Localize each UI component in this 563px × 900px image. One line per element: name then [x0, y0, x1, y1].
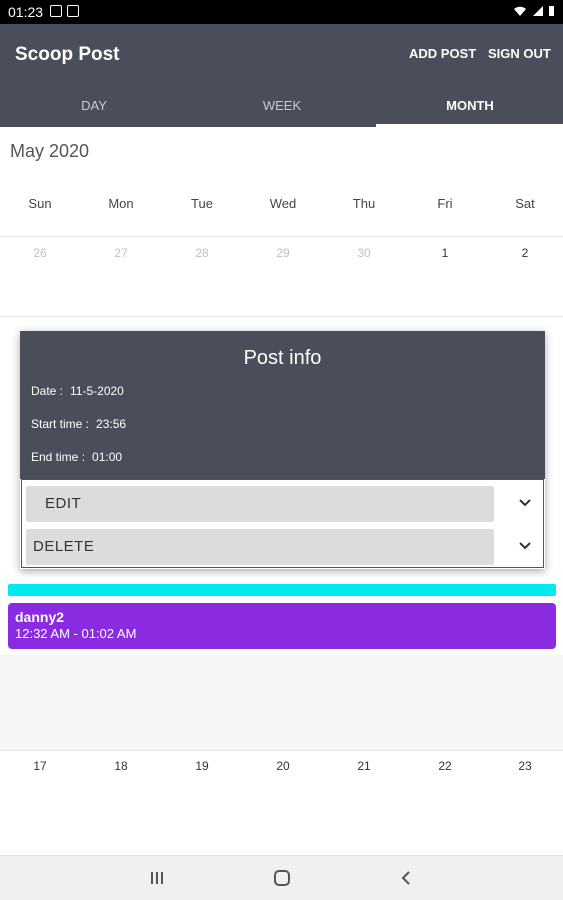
- date-label: Date :: [31, 384, 64, 398]
- app-title: Scoop Post: [15, 44, 120, 65]
- week-row: 17 18 19 20 21 22 23: [0, 759, 563, 779]
- notification-icon: [50, 5, 62, 17]
- weekday-label: Wed: [269, 196, 297, 211]
- dialog-header: Post info Date : 11-5-2020 Start time : 23…: [20, 331, 545, 479]
- system-nav-bar: [0, 855, 563, 900]
- status-right-icons: [513, 4, 555, 18]
- recents-icon[interactable]: [148, 869, 166, 887]
- tab-week[interactable]: WEEK: [188, 88, 376, 127]
- chevron-down-icon[interactable]: [517, 537, 533, 553]
- post-info-dialog: Post info Date : 11-5-2020 Start time : 23…: [20, 331, 545, 569]
- date-cell[interactable]: 1: [405, 246, 485, 260]
- delete-button[interactable]: DELETE: [26, 529, 494, 565]
- tab-day[interactable]: DAY: [0, 88, 188, 127]
- event-title: danny2: [15, 609, 65, 625]
- add-post-button[interactable]: ADD POST: [409, 46, 476, 61]
- dialog-title: Post info: [243, 347, 322, 369]
- date-cell[interactable]: 28: [162, 246, 242, 260]
- signal-icon: [532, 6, 543, 16]
- date-cell[interactable]: 20: [243, 759, 323, 773]
- weekday-label: Sun: [28, 196, 52, 211]
- date-cell[interactable]: 2: [485, 246, 563, 260]
- date-value: 11-5-2020: [70, 384, 124, 398]
- weekday-label: Fri: [437, 196, 453, 211]
- home-icon[interactable]: [273, 869, 291, 887]
- week-divider: [0, 236, 563, 237]
- edit-button[interactable]: EDIT: [26, 486, 494, 522]
- date-cell[interactable]: 22: [405, 759, 485, 773]
- calendar-event[interactable]: [8, 584, 556, 596]
- month-title: May 2020: [10, 141, 90, 161]
- date-cell[interactable]: 19: [162, 759, 242, 773]
- post-start-time: Start time : 23:56: [31, 417, 126, 431]
- date-cell[interactable]: 29: [243, 246, 323, 260]
- day-events-area: [0, 655, 563, 750]
- back-icon[interactable]: [397, 869, 415, 887]
- status-bar: 01:23: [0, 0, 563, 24]
- weekday-label: Sat: [515, 196, 535, 211]
- weekday-label: Tue: [191, 196, 213, 211]
- end-time-label: End time :: [31, 450, 86, 464]
- event-time: 12:32 AM - 01:02 AM: [15, 626, 137, 641]
- selected-tab-indicator: [376, 124, 563, 127]
- tab-month[interactable]: MONTH: [376, 88, 563, 127]
- date-cell[interactable]: 17: [0, 759, 80, 773]
- date-cell[interactable]: 18: [81, 759, 161, 773]
- calendar-event[interactable]: danny2 12:32 AM - 01:02 AM: [8, 603, 556, 649]
- date-cell[interactable]: 27: [81, 246, 161, 260]
- weekday-label: Mon: [108, 196, 134, 211]
- week-divider: [0, 316, 563, 317]
- app-bar: Scoop Post ADD POST SIGN OUT DAY WEEK MO…: [0, 24, 563, 127]
- chevron-down-icon[interactable]: [517, 494, 533, 510]
- date-cell[interactable]: 21: [324, 759, 404, 773]
- notification-icon: [67, 5, 79, 17]
- week-row: 26 27 28 29 30 1 2: [0, 246, 563, 266]
- date-cell[interactable]: 30: [324, 246, 404, 260]
- end-time-value: 01:00: [92, 450, 123, 464]
- post-end-time: End time : 01:00: [31, 450, 122, 464]
- date-cell[interactable]: 26: [0, 246, 80, 260]
- battery-icon: [549, 6, 554, 16]
- post-date: Date : 11-5-2020: [31, 384, 124, 398]
- start-time-label: Start time :: [31, 417, 90, 431]
- dialog-options: EDIT DELETE: [21, 479, 544, 568]
- start-time-value: 23:56: [96, 417, 127, 431]
- date-cell[interactable]: 23: [485, 759, 563, 773]
- view-tabs: DAY WEEK MONTH: [0, 88, 563, 127]
- weekday-label: Thu: [352, 196, 376, 211]
- sign-out-button[interactable]: SIGN OUT: [488, 46, 551, 61]
- week-divider: [0, 750, 563, 751]
- weekday-header: Sun Mon Tue Wed Thu Fri Sat: [0, 196, 563, 216]
- wifi-icon: [514, 6, 527, 16]
- status-time: 01:23: [8, 4, 44, 20]
